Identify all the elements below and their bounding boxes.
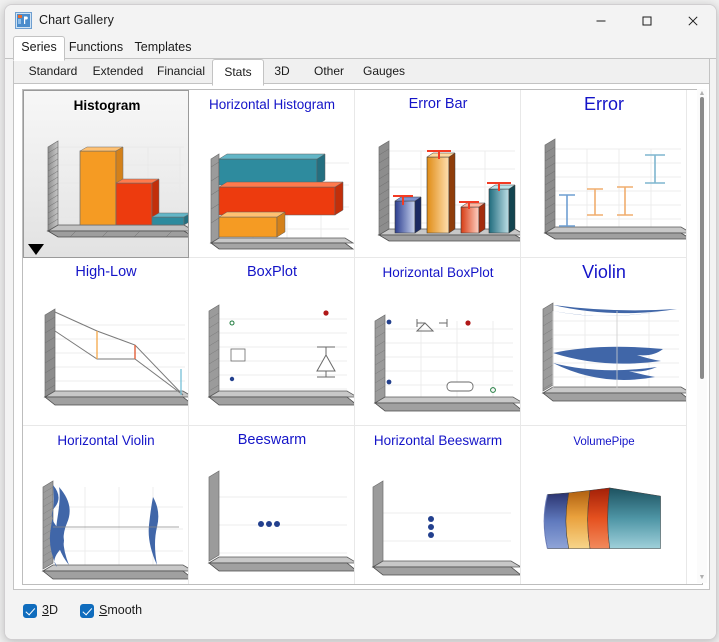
tab-other[interactable]: Other xyxy=(302,60,356,83)
chart-gallery-icon xyxy=(15,12,32,29)
inner-tab-strip: Standard Extended Financial Stats 3D Oth… xyxy=(14,59,709,86)
gallery-item-label: Error xyxy=(584,94,624,114)
tab-stats-label: Stats xyxy=(224,65,252,79)
title-bar: Chart Gallery xyxy=(5,5,716,36)
chart-type-gallery[interactable]: Histogram Horizontal Histogram Error Bar… xyxy=(22,89,703,585)
histogram-3d-bars-thumbnail xyxy=(46,140,188,238)
gallery-item-horizontal-boxplot[interactable]: Horizontal BoxPlot xyxy=(355,258,521,426)
tab-stats[interactable]: Stats xyxy=(212,59,264,86)
tab-extended[interactable]: Extended xyxy=(86,60,150,83)
tab-3d-label: 3D xyxy=(274,64,290,78)
gallery-item-violin[interactable]: Violin xyxy=(521,258,687,426)
gallery-item-high-low[interactable]: High-Low xyxy=(23,258,189,426)
series-panel: Standard Extended Financial Stats 3D Oth… xyxy=(13,59,710,590)
gallery-item-label: BoxPlot xyxy=(247,264,297,280)
gallery-item-horizontal-histogram[interactable]: Horizontal Histogram xyxy=(189,90,355,258)
tab-functions-label: Functions xyxy=(68,40,124,54)
checkbox-smooth-label: Smooth xyxy=(99,603,143,617)
chart-type-grid: Histogram Horizontal Histogram Error Bar… xyxy=(23,90,690,584)
error-bar-3d-bars-thumbnail xyxy=(377,140,520,242)
beeswarm-dots-thumbnail xyxy=(207,470,354,572)
scrollbar-thumb[interactable] xyxy=(700,97,704,379)
gallery-item-volumepipe[interactable]: VolumePipe xyxy=(521,426,687,584)
gallery-item-label: Violin xyxy=(582,262,626,282)
boxplot-horizontal-thumbnail xyxy=(373,314,520,412)
tab-series-label: Series xyxy=(21,40,57,54)
maximize-button[interactable] xyxy=(624,5,670,36)
gallery-item-label: Horizontal Histogram xyxy=(208,97,336,112)
checkbox-smooth-box[interactable] xyxy=(80,604,94,618)
beeswarm-dots-vertical-thumbnail xyxy=(371,480,520,576)
gallery-item-label: Beeswarm xyxy=(237,432,307,448)
tab-standard-label: Standard xyxy=(28,64,78,78)
horizontal-histogram-3d-bars-thumbnail xyxy=(209,153,354,250)
gallery-item-beeswarm[interactable]: Beeswarm xyxy=(189,426,355,584)
gallery-item-boxplot[interactable]: BoxPlot xyxy=(189,258,355,426)
gallery-item-horizontal-violin[interactable]: Horizontal Violin xyxy=(23,426,189,584)
checkbox-3d-label: 3D xyxy=(42,603,58,617)
tab-extended-label: Extended xyxy=(92,64,144,78)
tab-financial[interactable]: Financial xyxy=(150,60,212,83)
high-low-lines-thumbnail xyxy=(43,308,188,406)
outer-tab-strip: Series Functions Templates xyxy=(5,36,716,61)
chart-gallery-window: Chart Gallery Series Functions Templates… xyxy=(4,4,717,640)
close-button[interactable] xyxy=(670,5,716,36)
gallery-item-label: Horizontal Violin xyxy=(57,433,155,448)
tab-gauges-label: Gauges xyxy=(362,64,406,78)
tab-series[interactable]: Series xyxy=(13,36,65,61)
scroll-down-arrow-icon[interactable]: ▼ xyxy=(697,573,707,583)
volume-pipe-cylinders-thumbnail xyxy=(543,487,661,549)
gallery-item-label: Horizontal BoxPlot xyxy=(382,265,494,280)
gallery-item-label: Histogram xyxy=(73,98,141,113)
tab-standard[interactable]: Standard xyxy=(20,60,86,83)
gallery-item-error[interactable]: Error xyxy=(521,90,687,258)
gallery-item-label: VolumePipe xyxy=(573,436,635,448)
violin-vertical-shapes-thumbnail xyxy=(41,480,188,580)
gallery-item-histogram[interactable]: Histogram xyxy=(23,90,189,258)
window-title: Chart Gallery xyxy=(39,13,114,27)
boxplot-vertical-thumbnail xyxy=(207,304,354,406)
gallery-item-label: High-Low xyxy=(75,264,137,280)
tab-financial-label: Financial xyxy=(156,64,206,78)
gallery-item-label: Error Bar xyxy=(408,96,468,112)
footer-bar: 3D Smooth Opera OK Cancel xyxy=(5,593,716,639)
error-whiskers-thumbnail xyxy=(543,138,686,240)
minimize-button[interactable] xyxy=(578,5,624,36)
selection-arrow-icon xyxy=(28,244,44,255)
tab-3d[interactable]: 3D xyxy=(262,60,302,83)
tab-templates[interactable]: Templates xyxy=(129,36,197,59)
tab-gauges[interactable]: Gauges xyxy=(356,60,412,83)
gallery-item-error-bar[interactable]: Error Bar xyxy=(355,90,521,258)
tab-other-label: Other xyxy=(313,64,344,78)
checkbox-3d-box[interactable] xyxy=(23,604,37,618)
violin-horizontal-shapes-thumbnail xyxy=(541,302,686,402)
gallery-vertical-scrollbar[interactable]: ▲ ▼ xyxy=(697,89,707,583)
gallery-item-horizontal-beeswarm[interactable]: Horizontal Beeswarm xyxy=(355,426,521,584)
tab-templates-label: Templates xyxy=(134,40,192,54)
gallery-item-label: Horizontal Beeswarm xyxy=(373,433,503,448)
tab-functions[interactable]: Functions xyxy=(63,36,129,59)
